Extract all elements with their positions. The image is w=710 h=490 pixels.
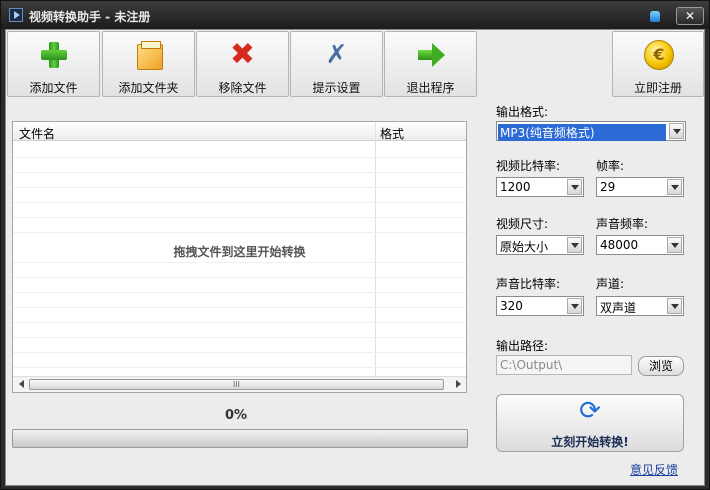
row-divider: [13, 202, 466, 203]
video-size-select[interactable]: 原始大小: [496, 235, 584, 255]
progress-percent: 0%: [224, 408, 248, 423]
window-title: 视频转换助手 - 未注册: [29, 10, 151, 24]
title-bar[interactable]: 视频转换助手 - 未注册 ✕: [1, 1, 709, 29]
coin-icon: [642, 40, 674, 70]
row-divider: [13, 172, 466, 173]
row-divider: [13, 367, 466, 368]
add-file-button[interactable]: 添加文件: [7, 31, 100, 97]
row-divider: [13, 352, 466, 353]
chevron-down-icon[interactable]: [567, 298, 582, 314]
output-format-value: MP3(纯音频格式): [498, 124, 666, 141]
channel-label: 声道:: [596, 277, 625, 291]
feedback-link[interactable]: 意见反馈: [630, 461, 678, 478]
folder-icon: [133, 40, 165, 70]
register-button[interactable]: 立即注册: [612, 31, 704, 97]
video-bitrate-label: 视频比特率:: [496, 159, 561, 173]
remove-file-label: 移除文件: [218, 81, 267, 95]
refresh-icon: [575, 396, 605, 426]
video-size-label: 视频尺寸:: [496, 217, 549, 231]
row-divider: [13, 307, 466, 308]
close-button[interactable]: ✕: [676, 7, 704, 25]
output-format-label: 输出格式:: [496, 105, 549, 119]
register-label: 立即注册: [633, 81, 682, 95]
framerate-label: 帧率:: [596, 159, 625, 173]
remove-file-button[interactable]: ✖ 移除文件: [196, 31, 289, 97]
audio-bitrate-value: 320: [500, 299, 523, 313]
chevron-down-icon[interactable]: [667, 298, 682, 314]
start-convert-label: 立刻开始转换!: [551, 435, 629, 449]
row-divider: [13, 157, 466, 158]
chevron-down-icon[interactable]: [567, 237, 582, 253]
row-divider: [13, 292, 466, 293]
app-window: 视频转换助手 - 未注册 ✕ 添加文件 添加文件夹 ✖ 移除文件 ✗ 提示设置 …: [0, 0, 710, 490]
output-format-select[interactable]: MP3(纯音频格式): [496, 121, 686, 141]
audio-bitrate-label: 声音比特率:: [496, 277, 561, 291]
row-divider: [13, 277, 466, 278]
browse-button[interactable]: 浏览: [638, 356, 684, 376]
row-divider: [13, 217, 466, 218]
progress-bar: [12, 429, 468, 448]
add-folder-label: 添加文件夹: [118, 81, 179, 95]
plus-icon: [38, 40, 70, 70]
horizontal-scrollbar[interactable]: III: [13, 376, 466, 392]
framerate-select[interactable]: 29: [596, 177, 684, 197]
audio-bitrate-select[interactable]: 320: [496, 296, 584, 316]
output-path-label: 输出路径:: [496, 339, 549, 353]
sample-rate-select[interactable]: 48000: [596, 235, 684, 255]
chevron-down-icon[interactable]: [667, 179, 682, 195]
add-file-label: 添加文件: [29, 81, 78, 95]
app-logo-icon: [9, 8, 23, 22]
chevron-down-icon[interactable]: [669, 123, 684, 139]
chevron-down-icon[interactable]: [567, 179, 582, 195]
skin-icon[interactable]: [647, 9, 663, 25]
scroll-left-icon[interactable]: [19, 380, 24, 388]
tools-icon: ✗: [325, 40, 348, 70]
main-panel: 添加文件 添加文件夹 ✖ 移除文件 ✗ 提示设置 退出程序 立即注册 文件名 格…: [5, 29, 705, 486]
settings-button[interactable]: ✗ 提示设置: [290, 31, 383, 97]
output-path-field[interactable]: C:\Output\: [496, 355, 632, 375]
settings-label: 提示设置: [312, 81, 361, 95]
row-divider: [13, 262, 466, 263]
remove-x-icon: ✖: [229, 37, 256, 72]
scroll-thumb[interactable]: III: [29, 379, 444, 390]
start-convert-button[interactable]: 立刻开始转换!: [496, 394, 684, 452]
column-header-format[interactable]: 格式: [380, 125, 404, 142]
scroll-right-icon[interactable]: [456, 380, 461, 388]
channel-value: 双声道: [600, 301, 637, 315]
video-bitrate-value: 1200: [500, 180, 531, 194]
row-divider: [13, 337, 466, 338]
arrow-right-icon: [415, 40, 447, 70]
add-folder-button[interactable]: 添加文件夹: [102, 31, 195, 97]
exit-label: 退出程序: [406, 81, 455, 95]
framerate-value: 29: [600, 180, 616, 194]
sample-rate-label: 声音频率:: [596, 217, 649, 231]
video-bitrate-select[interactable]: 1200: [496, 177, 584, 197]
channel-select[interactable]: 双声道: [596, 296, 684, 316]
chevron-down-icon[interactable]: [667, 237, 682, 253]
drop-hint: 拖拽文件到这里开始转换: [173, 245, 306, 259]
file-list[interactable]: 文件名 格式 拖拽文件到这里开始转换 III: [12, 121, 467, 393]
column-header-filename[interactable]: 文件名: [19, 125, 55, 142]
row-divider: [13, 232, 466, 233]
file-list-header: 文件名 格式: [13, 122, 466, 141]
sample-rate-value: 48000: [600, 238, 639, 252]
video-size-value: 原始大小: [500, 240, 549, 254]
row-divider: [13, 322, 466, 323]
row-divider: [13, 187, 466, 188]
exit-button[interactable]: 退出程序: [384, 31, 477, 97]
